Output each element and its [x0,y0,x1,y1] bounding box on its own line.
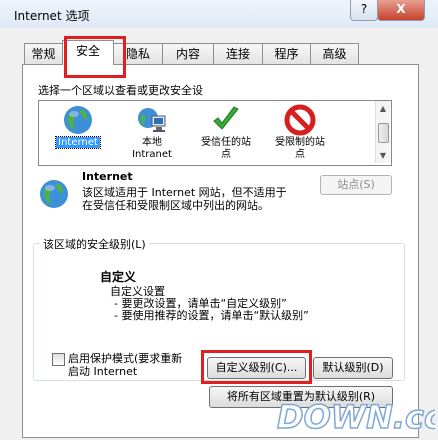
check-icon [213,106,239,130]
tab-programs[interactable]: 程序 [262,43,311,64]
scroll-up-icon[interactable]: ▲ [378,104,388,114]
tab-connections[interactable]: 连接 [213,43,263,64]
zone-trusted-label-1: 受信任的站 [201,137,251,148]
sites-button[interactable]: 站点(S) [320,175,392,195]
internet-zone-globe-icon [40,180,68,208]
zone-trusted-label-2: 点 [221,149,231,160]
security-level-description: 自定义设置 - 要更改设置，请单击“自定义级别” - 要使用推荐的设置，请单击“… [110,286,309,322]
scroll-down-icon[interactable]: ▼ [378,151,388,161]
tab-content[interactable]: 内容 [162,43,214,64]
tab-advanced[interactable]: 高级 [310,43,359,64]
intranet-icon [138,108,166,132]
protected-mode-label: 启用保护模式(要求重新 启动 Internet [68,352,198,378]
zone-description-line-1: 该区域适用于 Internet 网站，但不适用于 [82,186,287,199]
globe-icon [64,106,92,134]
restricted-icon [284,104,316,136]
protected-mode-label-line-1: 启用保护模式(要求重新 [68,352,183,365]
down-cc-watermark-logo: DOWN.cc [276,397,435,436]
security-level-group-title: 该区域的安全级别(L) [40,236,149,252]
watermark-text: DOWN.cc [277,398,435,436]
window-title: Internet 选项 [14,9,90,23]
title-bar: Internet 选项 ? X [0,0,438,29]
help-button[interactable]: ? [350,0,378,21]
close-button[interactable]: X [377,0,425,21]
protected-mode-label-line-2: 启动 Internet [68,365,138,378]
zone-intranet-label-2: Intranet [132,149,172,160]
select-zone-label: 选择一个区域以查看或更改安全设 [38,84,203,97]
zone-intranet-label-1: 本地 [142,137,162,148]
zone-restricted-label-1: 受限制的站 [275,137,325,148]
zone-internet-label: Internet [55,136,101,149]
zone-trusted-sites[interactable]: 受信任的站点 [193,103,259,163]
zone-description-line-2: 在受信任和受限制区域中列出的网站。 [82,199,269,212]
scroll-thumb[interactable] [378,123,389,143]
security-level-title: 自定义 [100,270,137,284]
default-level-button[interactable]: 默认级别(D) [313,357,393,379]
zone-internet[interactable]: Internet [45,103,111,163]
zone-restricted-sites[interactable]: 受限制的站点 [267,103,333,163]
zone-restricted-label-2: 点 [295,149,305,160]
zone-list: Internet 本地 Intranet 受信任的站点 受限制的站 点 [38,100,392,166]
zone-name: Internet [82,170,133,183]
tab-general[interactable]: 常规 [24,43,63,64]
highlight-custom-level-button [201,350,312,384]
zone-list-scrollbar[interactable]: ▲ ▼ [375,101,390,163]
zone-description: 该区域适用于 Internet 网站，但不适用于 在受信任和受限制区域中列出的网… [82,186,317,212]
highlight-security-tab [64,36,126,78]
internet-options-window: Internet 选项 ? X 常规 安全 隐私 内容 连接 程序 高级 选择一… [0,0,438,440]
level-desc-line-3: - 要使用推荐的设置，请单击“默认级别” [114,309,309,322]
zone-local-intranet[interactable]: 本地 Intranet [119,103,185,163]
protected-mode-checkbox[interactable] [52,353,65,366]
